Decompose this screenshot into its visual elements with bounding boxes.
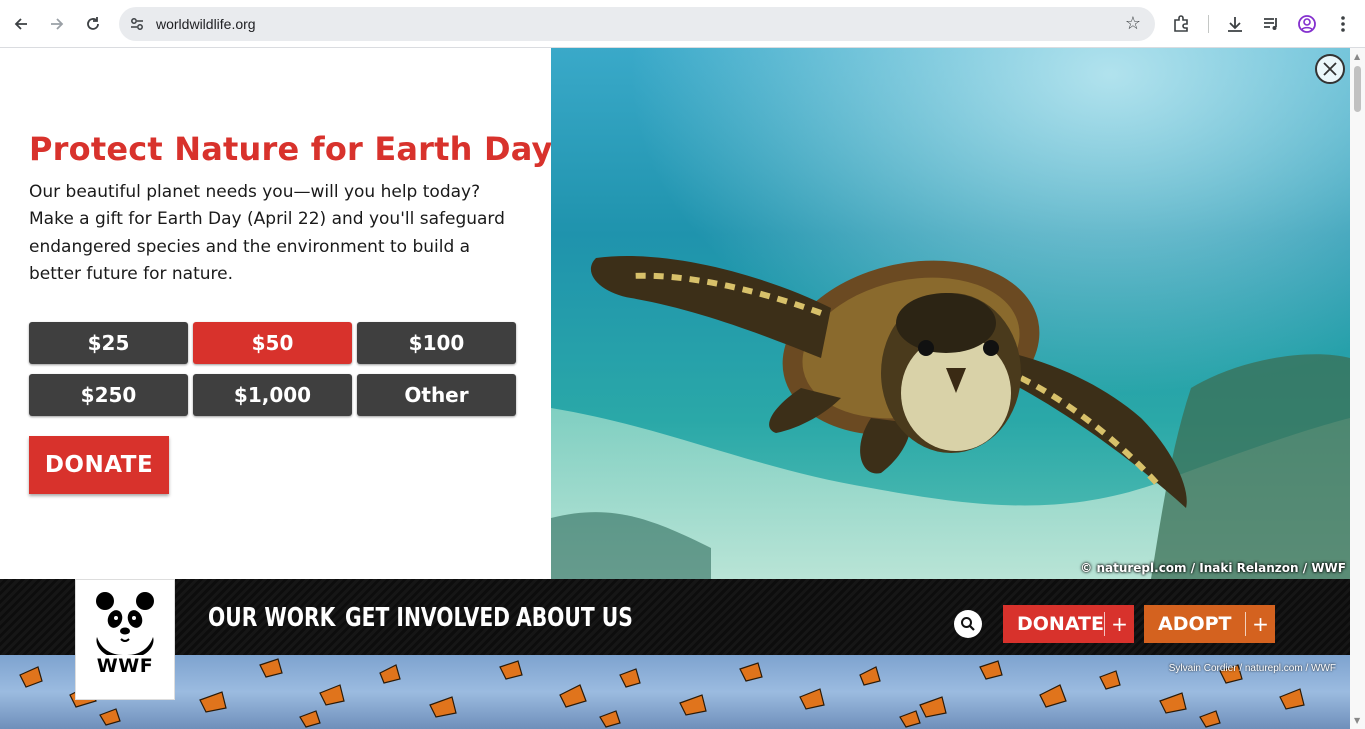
search-icon[interactable]	[954, 610, 982, 638]
nav-adopt-button[interactable]: ADOPT +	[1144, 605, 1275, 643]
image-credit: © naturepl.com / Inaki Relanzon / WWF	[1080, 561, 1346, 575]
nav-donate-label: DONATE	[1017, 613, 1104, 635]
amount-100-button[interactable]: $100	[357, 322, 516, 364]
modal-donate-button[interactable]: DONATE	[29, 436, 169, 494]
banner-credit: Sylvain Cordier / naturepl.com / WWF	[1168, 663, 1336, 674]
modal-body-text: Our beautiful planet needs you—will you …	[29, 182, 505, 284]
address-bar[interactable]: worldwildlife.org ☆	[119, 7, 1155, 41]
browser-toolbar: worldwildlife.org ☆	[0, 0, 1365, 48]
butterflies-image	[19, 658, 1305, 728]
amount-250-button[interactable]: $250	[29, 374, 188, 416]
amount-50-button[interactable]: $50	[193, 322, 352, 364]
profile-icon[interactable]	[1293, 10, 1321, 38]
scroll-down-icon[interactable]: ▼	[1354, 716, 1360, 725]
sea-turtle-photo: © naturepl.com / Inaki Relanzon / WWF	[551, 48, 1350, 579]
scroll-thumb[interactable]	[1354, 66, 1361, 112]
modal-headline: Protect Nature for Earth Day	[29, 130, 553, 168]
nav-link-about-us[interactable]: ABOUT US	[516, 603, 633, 633]
media-controls-icon[interactable]	[1257, 10, 1285, 38]
page-viewport: Protect Nature for Earth Day Our beautif…	[0, 48, 1365, 729]
nav-link-our-work[interactable]: OUR WORK	[208, 603, 335, 633]
wwf-logo[interactable]: WWF	[75, 579, 175, 700]
back-icon[interactable]	[7, 10, 35, 38]
plus-icon: +	[1104, 612, 1134, 636]
nav-donate-button[interactable]: DONATE +	[1003, 605, 1134, 643]
page-scrollbar[interactable]: ▲ ▼	[1350, 48, 1365, 729]
plus-icon: +	[1245, 612, 1275, 636]
amount-options: $25 $50 $100 $250 $1,000 Other	[29, 322, 517, 416]
site-settings-icon[interactable]	[127, 14, 147, 34]
monarch-butterflies-banner: Sylvain Cordier / naturepl.com / WWF	[0, 655, 1350, 729]
url-text[interactable]: worldwildlife.org	[156, 16, 256, 32]
amount-other-button[interactable]: Other	[357, 374, 516, 416]
amount-1000-button[interactable]: $1,000	[193, 374, 352, 416]
scroll-up-icon[interactable]: ▲	[1354, 52, 1360, 61]
donation-modal: Protect Nature for Earth Day Our beautif…	[0, 48, 553, 579]
toolbar-separator	[1208, 15, 1209, 33]
panda-icon	[96, 592, 154, 655]
menu-icon[interactable]	[1329, 10, 1357, 38]
amount-25-button[interactable]: $25	[29, 322, 188, 364]
close-icon[interactable]	[1315, 54, 1345, 84]
bookmark-star-icon[interactable]: ☆	[1125, 13, 1141, 34]
nav-link-get-involved[interactable]: GET INVOLVED	[345, 603, 510, 633]
forward-icon[interactable]	[43, 10, 71, 38]
logo-text: WWF	[96, 655, 154, 677]
nav-adopt-label: ADOPT	[1158, 613, 1232, 635]
reload-icon[interactable]	[79, 10, 107, 38]
extensions-icon[interactable]	[1167, 10, 1195, 38]
download-icon[interactable]	[1221, 10, 1249, 38]
